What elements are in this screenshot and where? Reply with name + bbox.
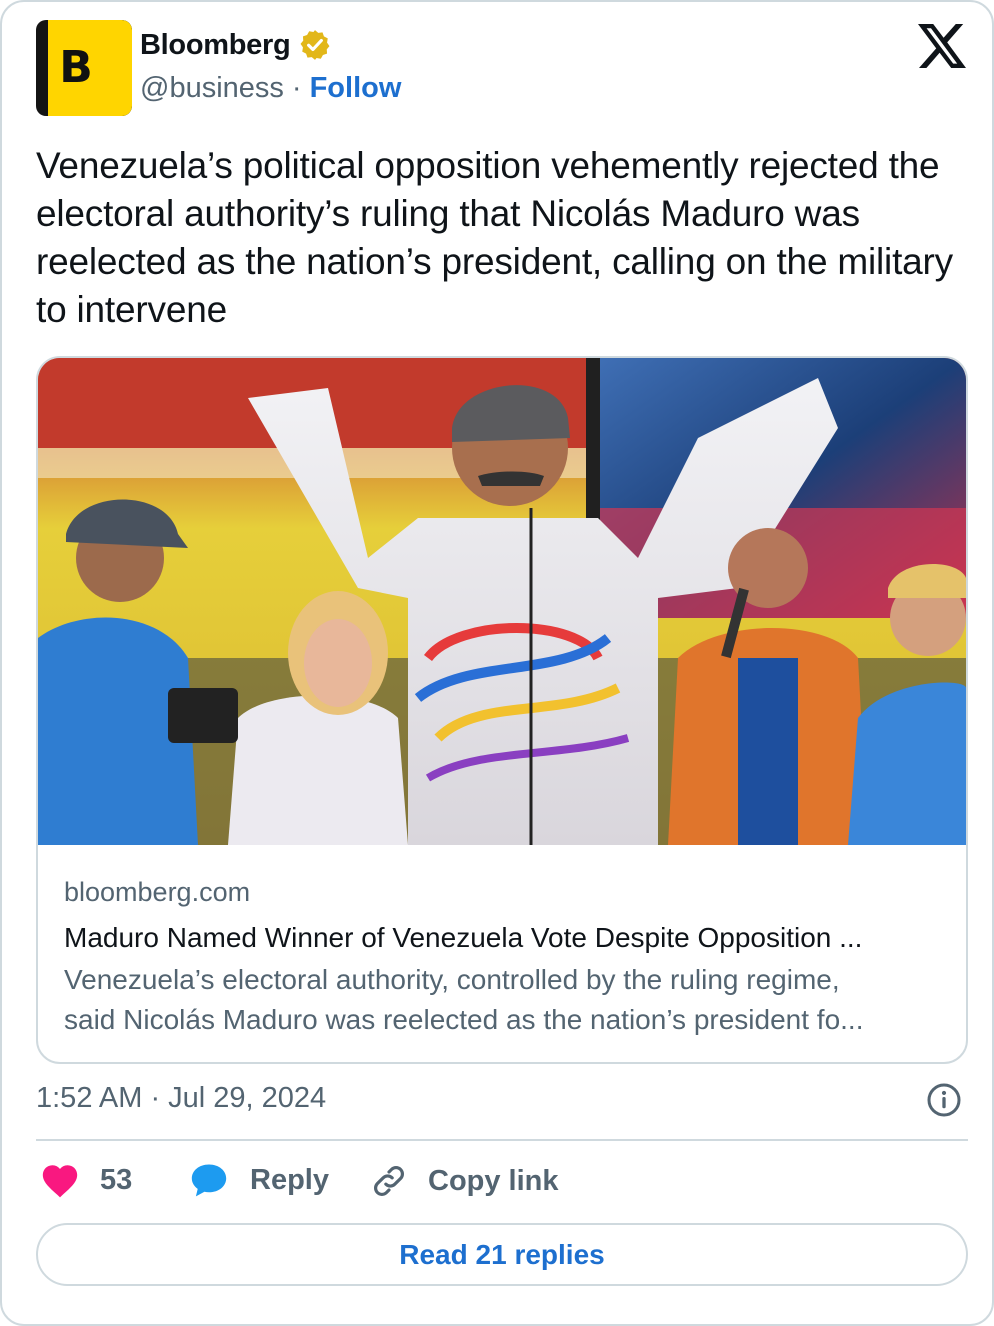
reply-label: Reply (250, 1163, 329, 1196)
author-name-row: Bloomberg (140, 28, 332, 62)
author-handle[interactable]: @business (140, 72, 284, 105)
link-domain: bloomberg.com (64, 877, 251, 907)
link-description-line: said Nicolás Maduro was reelected as the… (64, 1004, 864, 1035)
avatar-letter: B (59, 41, 93, 93)
link-preview-card[interactable]: bloomberg.com Maduro Named Winner of Ven… (36, 356, 968, 1064)
link-meta: bloomberg.com Maduro Named Winner of Ven… (64, 874, 944, 1040)
link-title[interactable]: Maduro Named Winner of Venezuela Vote De… (64, 918, 944, 958)
author-handle-row: @business · Follow (140, 72, 401, 105)
info-icon[interactable] (926, 1082, 962, 1118)
reply-button[interactable]: Reply (188, 1162, 329, 1198)
reply-bubble-icon (191, 1164, 227, 1197)
read-replies-button[interactable]: Read 21 replies (36, 1223, 968, 1286)
x-logo-icon[interactable] (918, 24, 966, 68)
like-button[interactable]: 53 (40, 1162, 132, 1198)
heart-icon (42, 1165, 78, 1198)
link-icon (374, 1166, 404, 1196)
avatar-logo: B (48, 20, 132, 116)
separator-dot: · (291, 72, 302, 104)
tweet-text: Venezuela’s political opposition vehemen… (36, 145, 953, 330)
copy-link-button[interactable]: Copy link (370, 1162, 559, 1200)
like-count: 53 (100, 1163, 133, 1196)
article-photo[interactable] (38, 358, 966, 845)
link-description: Venezuela’s electoral authority, control… (64, 960, 944, 1040)
tweet-timestamp[interactable]: 1:52 AM · Jul 29, 2024 (36, 1082, 326, 1115)
follow-link[interactable]: Follow (310, 72, 402, 105)
divider (36, 1139, 968, 1141)
author-avatar[interactable]: B (36, 20, 132, 116)
author-name[interactable]: Bloomberg (140, 29, 291, 62)
tweet-card: B Bloomberg @business · Follow Venezuela… (0, 0, 994, 1326)
link-description-line: Venezuela’s electoral authority, control… (64, 964, 840, 995)
verified-badge-icon (300, 30, 330, 60)
copy-link-label: Copy link (428, 1164, 559, 1197)
